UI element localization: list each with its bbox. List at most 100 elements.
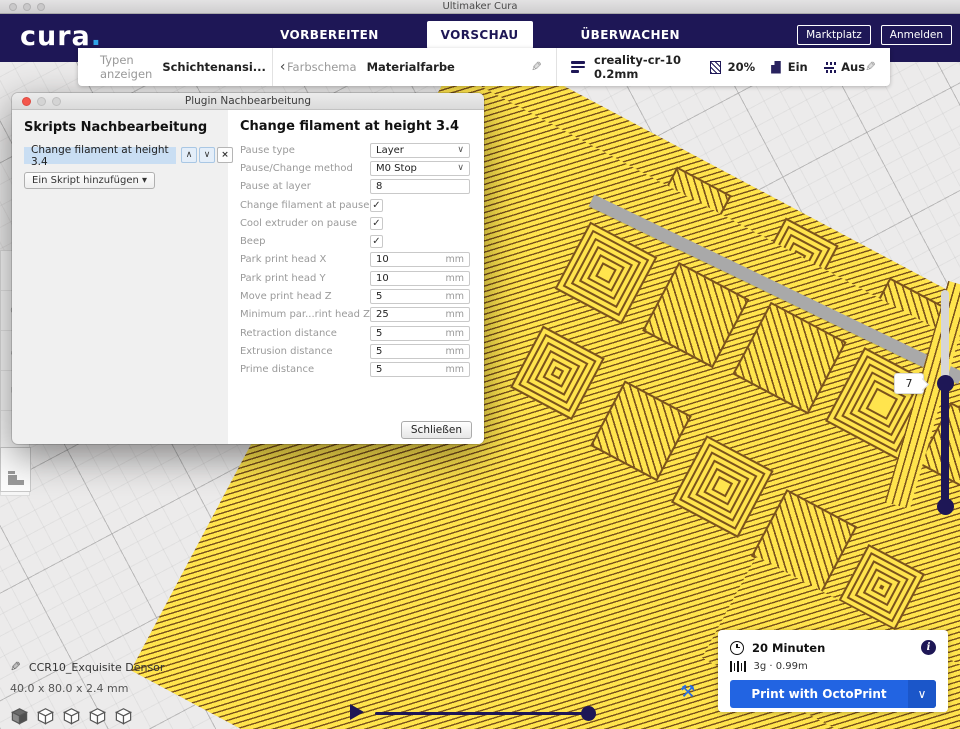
setting-label: Extrusion distance [240,346,370,357]
print-time: 20 Minuten [752,641,825,655]
post-processing-dialog: Plugin Nachbearbeitung Skripts Nachbearb… [12,93,484,444]
setting-label: Minimum par...rint head Z [240,309,370,320]
setting-input[interactable]: 10mm [370,252,470,267]
setting-row: Minimum par...rint head Z25mm [240,306,470,324]
setting-input[interactable]: 25mm [370,307,470,322]
window-zoom-button[interactable] [37,3,45,11]
view-top-button[interactable] [62,707,81,726]
setting-input[interactable]: 10mm [370,271,470,286]
anmelden-button[interactable]: Anmelden [881,25,952,45]
window-title: Ultimaker Cura [442,1,517,12]
setting-label: Change filament at pause [240,200,370,211]
input-unit: mm [445,328,464,339]
setting-row: Cool extruder on pause✓ [240,214,470,232]
layer-slider-lower-handle[interactable] [937,498,954,515]
setting-input[interactable]: 5mm [370,289,470,304]
scripts-heading: Skripts Nachbearbeitung [24,120,216,135]
setting-row: Park print head X10mm [240,251,470,269]
print-options-chevron-icon[interactable]: ∨ [908,680,936,708]
print-with-octoprint-button[interactable]: Print with OctoPrint ∨ [730,680,936,708]
tools-icon[interactable]: ⚒ [680,682,695,702]
setting-select[interactable]: M0 Stop ∨ [370,161,470,176]
script-settings-panel: Change filament at height 3.4 Pause type… [228,110,484,444]
setting-input[interactable]: 8 [370,179,470,194]
setting-input[interactable]: 5mm [370,344,470,359]
setting-label: Pause type [240,145,370,156]
setting-label: Cool extruder on pause [240,218,370,229]
layer-slider-upper-handle[interactable] [937,375,954,392]
tab-überwachen[interactable]: ÜBERWACHEN [567,21,694,49]
view-front-button[interactable] [36,707,55,726]
color-scheme-section[interactable]: Farbschema Materialfarbe ✎ [272,48,556,86]
dialog-close-button[interactable] [22,97,31,106]
schliessen-button[interactable]: Schließen [401,421,472,439]
script-settings-heading: Change filament at height 3.4 [240,119,470,134]
dialog-title: Plugin Nachbearbeitung [185,95,311,107]
setting-row: Prime distance5mm [240,361,470,379]
setting-row: Pause at layer8 [240,178,470,196]
setting-row: Retraction distance5mm [240,324,470,342]
view-type-value[interactable]: Schichtenansi... [162,60,266,74]
stage-toolbar: Typen anzeigen Schichtenansi... ‹ Farbsc… [78,48,890,86]
marktplatz-button[interactable]: Marktplatz [797,25,871,45]
app-window: ⇕ ⟳ ⤢ ⧉ ⚲ ▦ 7 ✎ CCR10_Exquisite Densor [0,0,960,729]
clock-icon [730,641,744,655]
layer-number: 7 [906,377,913,390]
select-value: Layer [376,145,404,156]
per-model-settings-button[interactable] [0,447,31,492]
move-script-down-button[interactable]: ∨ [199,147,215,163]
print-button-label: Print with OctoPrint [730,680,908,708]
window-close-button[interactable] [9,3,17,11]
rename-model-icon[interactable]: ✎ [10,660,21,675]
view-left-button[interactable] [88,707,107,726]
tab-vorbereiten[interactable]: VORBEREITEN [266,21,393,49]
path-slider-track[interactable] [375,712,590,715]
view-3d-button[interactable] [10,707,29,726]
select-value: M0 Stop [376,163,417,174]
model-info: ✎ CCR10_Exquisite Densor 40.0 x 80.0 x 2… [10,660,164,726]
print-settings-section[interactable]: creality-cr-10 0.2mm 20% Ein Aus ✎ [556,48,890,86]
dialog-minimize-button[interactable] [37,97,46,106]
setting-label: Pause at layer [240,181,370,192]
layer-slider-range[interactable] [941,382,949,507]
tab-vorschau[interactable]: VORSCHAU [427,21,533,49]
input-value: 10 [376,254,389,265]
edit-settings-icon[interactable]: ✎ [865,60,876,75]
setting-input[interactable]: 5mm [370,362,470,377]
input-value: 5 [376,328,382,339]
color-scheme-value[interactable]: Materialfarbe [367,60,455,74]
setting-row: Change filament at pause✓ [240,196,470,214]
script-list-item[interactable]: Change filament at height 3.4 ∧ ∨ × [24,147,176,164]
setting-select[interactable]: Layer∨ [370,143,470,158]
add-script-button[interactable]: Ein Skript hinzufügen ▾ [24,172,155,189]
per-model-settings-icon [8,471,24,485]
window-minimize-button[interactable] [23,3,31,11]
play-button[interactable] [350,704,364,720]
view-right-button[interactable] [114,707,133,726]
remove-script-button[interactable]: × [217,147,233,163]
setting-checkbox[interactable]: ✓ [370,199,383,212]
support-icon [771,61,781,74]
support-value: Ein [788,60,808,74]
infill-pattern-tile [642,262,749,368]
adhesion-value: Aus [841,60,865,74]
view-type-section[interactable]: Typen anzeigen Schichtenansi... ‹ [78,48,272,86]
setting-label: Beep [240,236,370,247]
chevron-down-icon: ∨ [457,163,464,173]
setting-checkbox[interactable]: ✓ [370,235,383,248]
input-value: 10 [376,273,389,284]
input-unit: mm [445,364,464,375]
dialog-zoom-button[interactable] [52,97,61,106]
setting-row: Beep✓ [240,232,470,250]
path-slider-handle[interactable] [581,706,596,721]
setting-input[interactable]: 5 mm [370,326,470,341]
input-value: 25 [376,309,389,320]
printer-name[interactable]: creality-cr-10 0.2mm [594,53,694,81]
info-icon[interactable]: i [921,640,936,655]
dialog-titlebar: Plugin Nachbearbeitung [12,93,484,110]
setting-checkbox[interactable]: ✓ [370,217,383,230]
move-script-up-button[interactable]: ∧ [181,147,197,163]
color-scheme-label: Farbschema [287,60,357,74]
setting-row: Extrusion distance5mm [240,342,470,360]
edit-view-icon[interactable]: ✎ [531,60,542,75]
